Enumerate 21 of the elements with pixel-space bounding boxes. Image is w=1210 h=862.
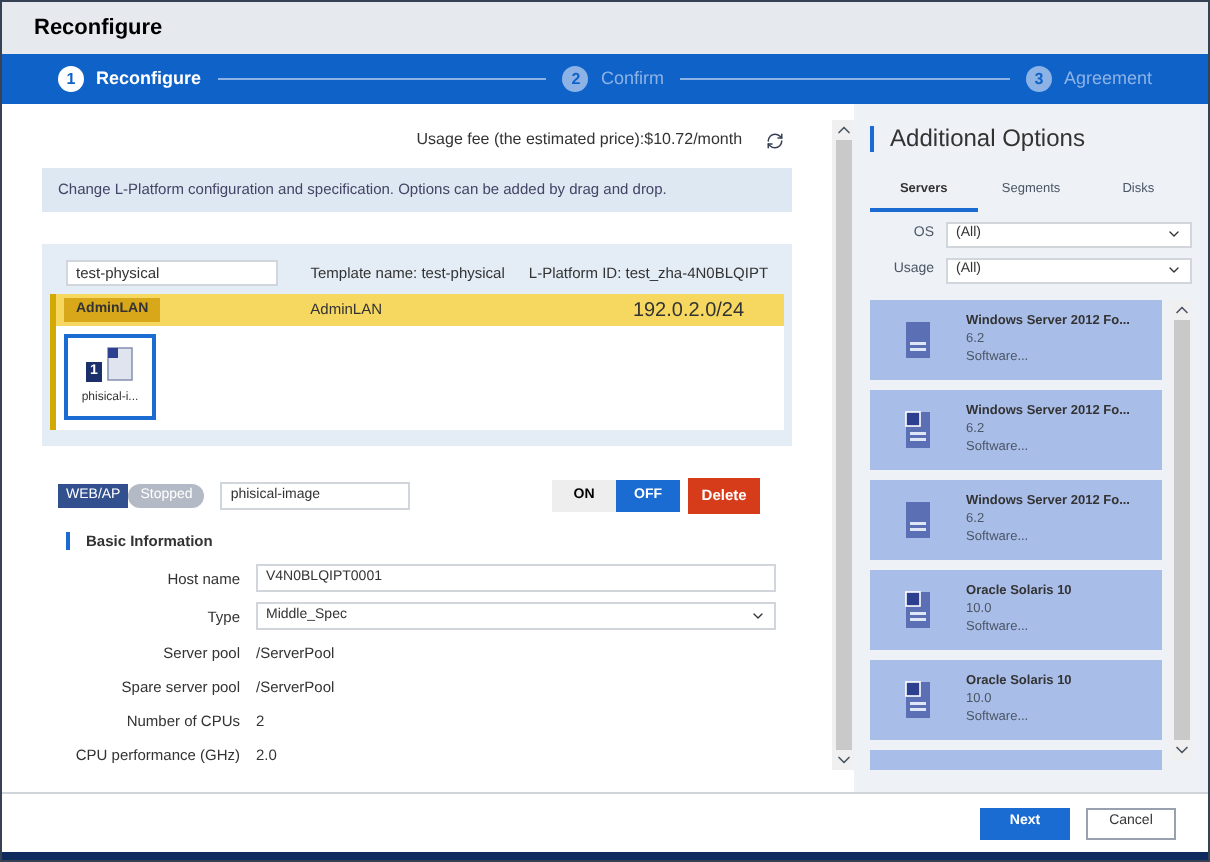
server-icon bbox=[105, 346, 134, 382]
scrollbar[interactable] bbox=[832, 120, 855, 770]
section-marker bbox=[66, 532, 70, 551]
step-number: 1 bbox=[58, 66, 84, 92]
step-label: Agreement bbox=[1063, 65, 1152, 92]
options-title: Additional Options bbox=[890, 122, 1085, 156]
segment-address: 192.0.2.0/24 bbox=[632, 297, 745, 325]
server-icon bbox=[902, 679, 935, 720]
server-icon bbox=[902, 319, 935, 360]
refresh-icon[interactable] bbox=[766, 131, 785, 149]
server-icon bbox=[902, 409, 935, 450]
usage-fee: Usage fee (the estimated price):$10.72/month bbox=[416, 128, 743, 152]
step-number: 3 bbox=[1025, 66, 1052, 92]
title-marker bbox=[870, 125, 875, 151]
step-number: 2 bbox=[562, 66, 589, 92]
scrollbar[interactable] bbox=[1170, 299, 1192, 760]
window-title: Reconfigure bbox=[34, 13, 163, 44]
server-icon bbox=[902, 589, 935, 630]
step-label: Reconfigure bbox=[96, 65, 202, 92]
server-icon bbox=[902, 499, 935, 540]
step-label: Confirm bbox=[600, 65, 664, 92]
